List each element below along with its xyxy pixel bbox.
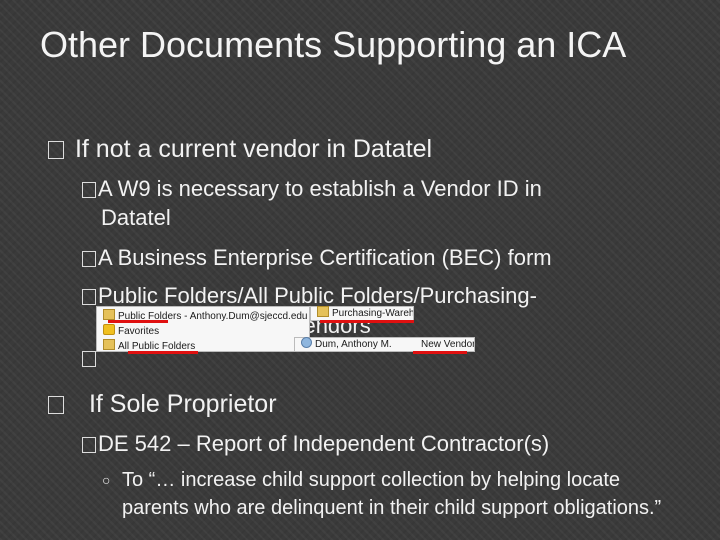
subbullet-text: DE 542 – Report of Independent Contracto… <box>98 431 550 456</box>
circle-bullet-icon: ○ <box>102 472 111 488</box>
subbullet-w9: A W9 is necessary to establish a Vendor … <box>82 174 542 204</box>
slide-title: Other Documents Supporting an ICA <box>40 24 627 65</box>
highlight-underline <box>320 320 414 323</box>
subbullet-marker-icon <box>82 251 96 267</box>
highlight-underline <box>108 320 168 323</box>
bullet-text: If Sole Proprietor <box>88 390 277 418</box>
bullet-text: If not a current vendor in Datatel <box>74 135 433 163</box>
subbullet-w9-continued: Datatel <box>101 205 171 230</box>
bullet-not-current-vendor: If not a current vendor in Datatel <box>48 134 432 164</box>
new-vendors-screenshot: Dum, Anthony M. New Vendors <box>294 337 475 352</box>
bullet-marker-icon <box>48 141 64 159</box>
folder-icon <box>103 309 115 320</box>
folder-tree-screenshot: Public Folders - Anthony.Dum@sjeccd.edu … <box>96 306 310 352</box>
subbullet-text: A W9 is necessary to establish a Vendor … <box>98 176 542 201</box>
subbullet-marker-icon <box>82 351 96 367</box>
folder-icon <box>103 339 115 350</box>
subbullet-bec-form: A Business Enterprise Certification (BEC… <box>82 243 552 273</box>
bullet-marker-icon <box>48 396 64 414</box>
highlight-underline <box>128 351 198 354</box>
subsubbullet-child-support: ○ To “… increase child support collectio… <box>102 466 692 522</box>
favorites-star-icon <box>103 324 115 335</box>
subbullet-marker-icon <box>82 182 96 198</box>
purchasing-folder-screenshot: Purchasing-Warehouse <box>310 306 414 321</box>
subsubbullet-text: To “… increase child support collection … <box>122 469 662 519</box>
bullet-sole-proprietor: If Sole Proprietor <box>48 389 277 419</box>
subbullet-marker-icon <box>82 437 96 453</box>
subbullet-de542: DE 542 – Report of Independent Contracto… <box>82 429 549 459</box>
subbullet-text: A Business Enterprise Certification (BEC… <box>98 245 552 270</box>
person-icon <box>301 337 312 348</box>
highlight-underline <box>413 351 467 354</box>
folder-icon <box>317 306 329 317</box>
subbullet-marker-icon <box>82 289 96 305</box>
